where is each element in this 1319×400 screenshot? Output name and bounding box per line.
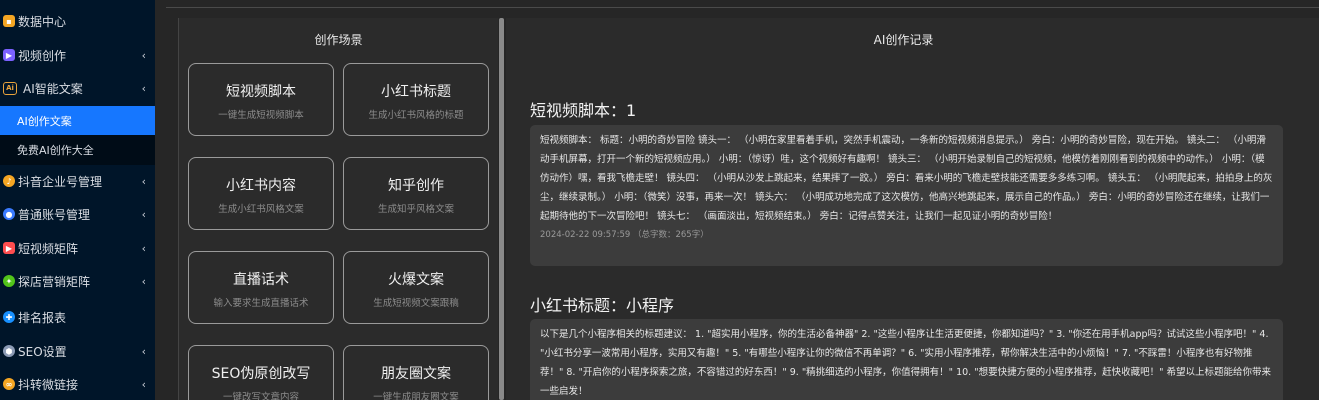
sidebar-subitem-ai-create[interactable]: AI创作文案 [0,106,155,136]
scene-card-short-video-script[interactable]: 短视频脚本 一键生成短视频脚本 [188,63,334,136]
divider [166,7,1319,8]
scene-card-desc: 一键生成朋友圈文案 [373,392,459,400]
sidebar-item-douyin-wechat-link[interactable]: ∞ 抖转微链接 ‹ [0,369,155,399]
record-text: 以下是几个小程序相关的标题建议： 1. "超实用小程序，你的生活必备神器" 2.… [540,329,1271,397]
chevron-left-icon: ‹ [141,81,146,95]
record-card[interactable]: 短视频脚本： 标题：小明的奇妙冒险 镜头一： （小明在家里看着手机，突然手机震动… [530,125,1283,266]
sidebar: ▪ 数据中心 ▶ 视频创作 ‹ Ai AI智能文案 ‹ AI创作文案 免费AI创… [0,0,155,400]
sidebar-item-normal-account[interactable]: ● 普通账号管理 ‹ [0,199,155,229]
link-icon: ∞ [3,378,15,390]
sidebar-item-ai-copywriting[interactable]: Ai AI智能文案 ‹ [0,73,155,103]
scene-card-desc: 生成小红书风格的标题 [368,110,464,121]
sidebar-item-label: 排名报表 [18,310,67,325]
douyin-icon: ♪ [3,175,15,187]
seo-icon: ⬢ [3,345,15,357]
scene-card-desc: 输入要求生成直播话术 [213,298,309,309]
record-heading: 小红书标题：小程序 [530,296,675,315]
sidebar-item-store-marketing[interactable]: ✦ 探店营销矩阵 ‹ [0,266,155,296]
scene-card-xhs-title[interactable]: 小红书标题 生成小红书风格的标题 [343,63,489,136]
sidebar-item-label: 短视频矩阵 [18,241,79,256]
store-icon: ✦ [3,275,15,287]
scene-panel: 创作场景 短视频脚本 一键生成短视频脚本 小红书标题 生成小红书风格的标题 小红… [178,18,498,400]
scene-panel-title: 创作场景 [314,33,363,47]
scene-panel-scrollbar[interactable] [499,18,504,400]
sidebar-item-label: 免费AI创作大全 [17,144,94,157]
scene-card-desc: 生成短视频文案跟稿 [373,298,459,309]
chevron-left-icon: ‹ [141,344,146,358]
scene-card-moments-copy[interactable]: 朋友圈文案 一键生成朋友圈文案 [343,345,489,400]
scene-card-title: 火爆文案 [388,272,444,288]
chevron-left-icon: ‹ [141,274,146,288]
sidebar-item-data-center[interactable]: ▪ 数据中心 [0,6,155,36]
sidebar-item-seo-settings[interactable]: ⬢ SEO设置 ‹ [0,336,155,366]
scene-card-zhihu[interactable]: 知乎创作 生成知乎风格文案 [343,157,489,230]
scene-card-desc: 一键改写文章内容 [222,392,299,400]
sidebar-item-label: AI智能文案 [23,81,83,96]
scene-card-title: SEO伪原创改写 [211,366,311,382]
ai-icon: Ai [3,81,17,95]
sidebar-item-label: 抖转微链接 [18,377,79,392]
chevron-left-icon: ‹ [141,48,146,62]
chart-icon: ▪ [3,15,15,27]
scene-card-seo-rewrite[interactable]: SEO伪原创改写 一键改写文章内容 [188,345,334,400]
chevron-left-icon: ‹ [141,241,146,255]
chevron-left-icon: ‹ [141,207,146,221]
record-panel: AI创作记录 短视频脚本：1 短视频脚本： 标题：小明的奇妙冒险 镜头一： （小… [506,18,1319,400]
scene-card-title: 小红书标题 [381,84,451,100]
scene-card-title: 知乎创作 [388,178,444,194]
sidebar-item-video-creation[interactable]: ▶ 视频创作 ‹ [0,40,155,70]
scene-card-desc: 生成小红书风格文案 [218,204,304,215]
record-card[interactable]: 以下是几个小程序相关的标题建议： 1. "超实用小程序，你的生活必备神器" 2.… [530,319,1283,400]
sidebar-item-label: 视频创作 [18,48,67,63]
record-heading: 短视频脚本：1 [530,101,637,120]
sidebar-item-ranking-report[interactable]: ✚ 排名报表 [0,302,155,332]
record-meta: 2024-02-22 09:57:59 （总字数：265字） [540,230,709,240]
video-icon: ▶ [3,49,15,61]
sidebar-item-label: 抖音企业号管理 [18,174,103,189]
scene-card-title: 小红书内容 [226,178,296,194]
chevron-left-icon: ‹ [141,174,146,188]
scene-card-xhs-content[interactable]: 小红书内容 生成小红书风格文案 [188,157,334,230]
scene-card-live-script[interactable]: 直播话术 输入要求生成直播话术 [188,251,334,324]
scene-card-desc: 生成知乎风格文案 [377,204,454,215]
sidebar-item-label: 探店营销矩阵 [18,274,91,289]
chevron-left-icon: ‹ [141,377,146,391]
sidebar-item-label: 数据中心 [18,14,67,29]
scene-card-desc: 一键生成短视频脚本 [218,110,304,121]
record-panel-title: AI创作记录 [873,33,934,47]
account-icon: ● [3,208,15,220]
sidebar-item-label: SEO设置 [18,344,67,359]
sidebar-item-douyin-enterprise[interactable]: ♪ 抖音企业号管理 ‹ [0,166,155,196]
report-icon: ✚ [3,311,15,323]
sidebar-item-label: 普通账号管理 [18,207,91,222]
sidebar-item-video-matrix[interactable]: ▶ 短视频矩阵 ‹ [0,233,155,263]
scene-card-viral-copy[interactable]: 火爆文案 生成短视频文案跟稿 [343,251,489,324]
scene-card-title: 短视频脚本 [226,84,296,100]
scene-card-title: 直播话术 [233,272,289,288]
matrix-icon: ▶ [3,242,15,254]
sidebar-item-label: AI创作文案 [17,115,72,128]
record-text: 短视频脚本： 标题：小明的奇妙冒险 镜头一： （小明在家里看着手机，突然手机震动… [540,135,1273,222]
scene-card-title: 朋友圈文案 [381,366,451,382]
sidebar-subitem-free-ai[interactable]: 免费AI创作大全 [0,135,155,165]
